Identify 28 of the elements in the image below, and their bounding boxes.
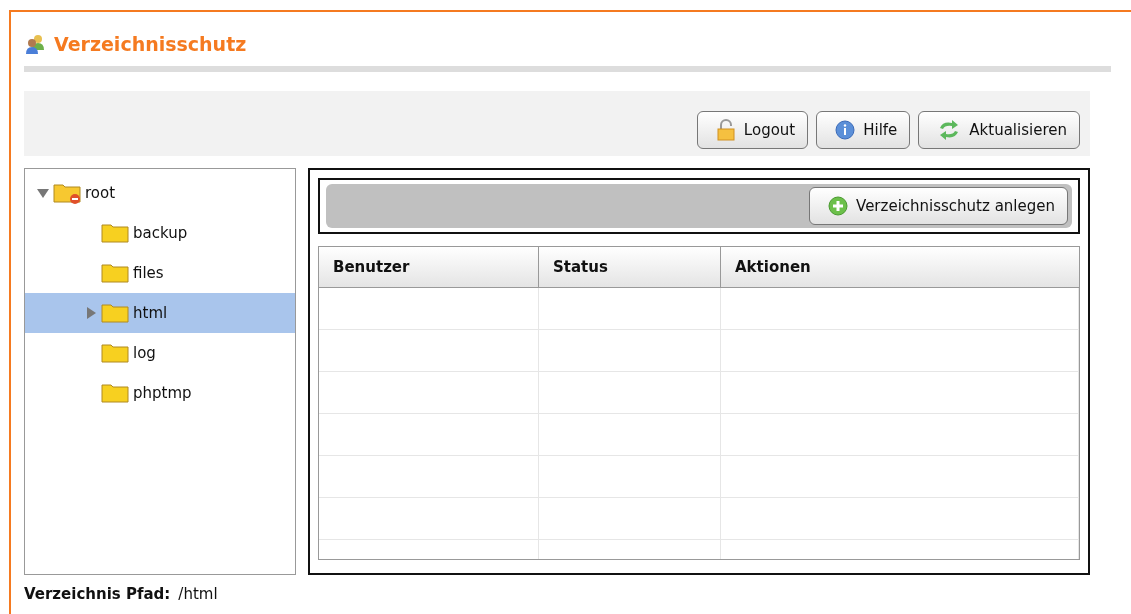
toolbar-button[interactable]: Hilfe: [816, 110, 911, 149]
toolbar-button[interactable]: Logout: [696, 110, 809, 149]
plus-icon: [828, 196, 849, 216]
path-value: /html: [178, 585, 218, 603]
expander-icon: [85, 307, 97, 319]
column-header[interactable]: Aktionen: [721, 247, 1079, 287]
expander-icon: [37, 187, 49, 199]
tree-item[interactable]: root: [25, 173, 295, 213]
path-label: Verzeichnis Pfad:: [24, 585, 171, 603]
tree-item[interactable]: files: [25, 253, 295, 293]
folder-icon: [53, 181, 83, 205]
tree-item[interactable]: backup: [25, 213, 295, 253]
folder-icon: [101, 341, 131, 365]
toolbar-button[interactable]: Aktualisieren: [918, 110, 1080, 149]
tree-item[interactable]: log: [25, 333, 295, 373]
page-title: Verzeichnisschutz: [54, 33, 247, 55]
tree-item[interactable]: phptmp: [25, 373, 295, 413]
folder-icon: [101, 261, 131, 285]
info-icon: [835, 119, 856, 140]
padlock-icon: [715, 118, 736, 141]
folder-icon: [101, 221, 131, 245]
users-icon: [24, 33, 46, 55]
column-header[interactable]: Benutzer: [319, 247, 539, 287]
add-button[interactable]: Verzeichnisschutz anlegen: [809, 187, 1068, 225]
folder-icon: [101, 381, 131, 405]
column-header[interactable]: Status: [539, 247, 721, 287]
tree-item[interactable]: html: [25, 293, 295, 333]
folder-icon: [101, 301, 131, 325]
